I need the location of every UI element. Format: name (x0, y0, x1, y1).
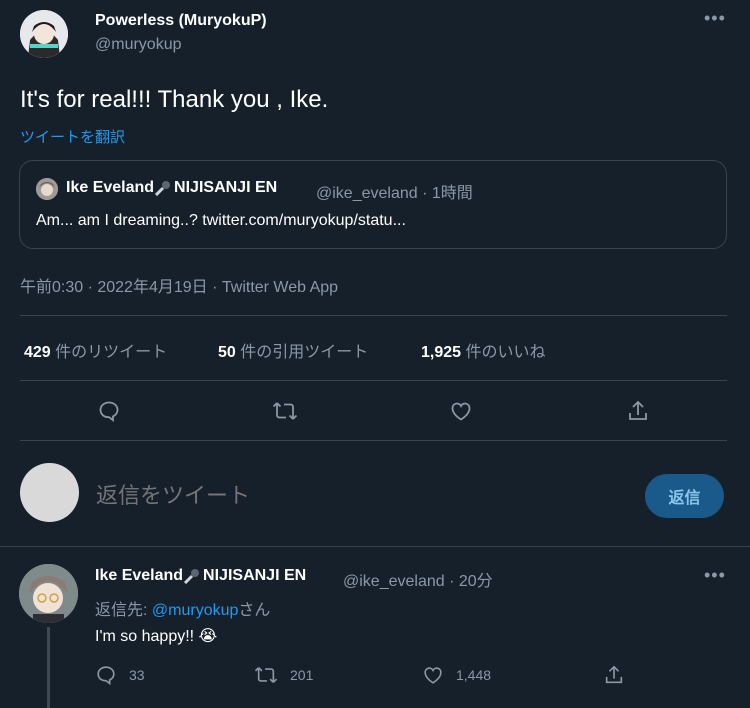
divider (20, 380, 727, 381)
divider (20, 440, 727, 441)
tweet-meta[interactable]: 午前0:30 · 2022年4月19日 · Twitter Web App (20, 273, 338, 297)
quote-author: Ike Eveland NIJISANJI EN (66, 179, 277, 197)
retweet-icon[interactable] (268, 394, 302, 428)
reply-to-suffix: さん (238, 602, 271, 619)
quotes-count: 50 (218, 344, 236, 361)
reply-like-action[interactable]: 1,448 (422, 664, 491, 686)
quote-author-name: Ike Eveland (66, 179, 155, 196)
share-icon[interactable] (621, 394, 655, 428)
share-icon (603, 664, 625, 686)
reply-author[interactable]: Ike Eveland NIJISANJI EN (95, 567, 306, 585)
reply-author-avatar[interactable] (19, 564, 78, 623)
reply-to-prefix: 返信先: (95, 602, 152, 619)
retweets-stat[interactable]: 429 件のリツイート (24, 338, 167, 362)
reply-count: 33 (129, 667, 145, 683)
likes-count: 1,925 (421, 344, 462, 361)
divider (0, 546, 750, 547)
quote-author-suffix: NIJISANJI EN (174, 179, 278, 196)
quote-tweet[interactable]: Ike Eveland NIJISANJI EN @ike_eveland · 1… (19, 160, 727, 249)
retweet-count: 201 (290, 667, 314, 683)
translate-link[interactable]: ツイートを翻訳 (20, 126, 125, 147)
likes-stat[interactable]: 1,925 件のいいね (421, 338, 546, 362)
retweets-count: 429 (24, 344, 51, 361)
microphone-icon (183, 568, 203, 584)
crying-face-emoji: 😭 (198, 628, 218, 645)
reply-icon[interactable] (92, 394, 126, 428)
quote-avatar (36, 178, 58, 200)
reply-to-handle[interactable]: @muryokup (152, 602, 239, 619)
reply-author-name: Ike Eveland (95, 567, 184, 584)
divider (20, 315, 727, 316)
reply-to-line: 返信先: @muryokupさん (95, 596, 270, 620)
reply-reply-action[interactable]: 33 (95, 664, 145, 686)
likes-label: 件のいいね (465, 344, 546, 361)
reply-text: I'm so happy!! (95, 628, 199, 645)
reply-text-line: I'm so happy!! 😭 (95, 626, 217, 646)
reply-retweet-action[interactable]: 201 (254, 664, 313, 686)
author-avatar[interactable] (20, 10, 68, 58)
reply-button[interactable]: 返信 (645, 474, 724, 518)
compose-avatar (20, 463, 79, 522)
retweet-icon (254, 664, 278, 686)
quote-handle-time: @ike_eveland · 1時間 (316, 185, 473, 202)
microphone-icon (154, 180, 174, 196)
like-count: 1,448 (456, 667, 492, 683)
quote-text: Am... am I dreaming..? twitter.com/muryo… (36, 212, 406, 229)
author-name[interactable]: Powerless (MuryokuP) (95, 12, 267, 30)
reply-share-action[interactable] (603, 664, 625, 686)
tweet-text: It's for real!!! Thank you , Ike. (20, 86, 329, 113)
more-icon[interactable]: ••• (704, 565, 726, 586)
reply-author-suffix: NIJISANJI EN (203, 567, 307, 584)
like-icon (422, 664, 444, 686)
author-handle[interactable]: @muryokup (95, 36, 182, 54)
reply-handle-time[interactable]: @ike_eveland · 20分 (343, 567, 493, 591)
thread-line (47, 627, 50, 708)
quotes-stat[interactable]: 50 件の引用ツイート (218, 338, 368, 362)
quotes-label: 件の引用ツイート (240, 344, 369, 361)
retweets-label: 件のリツイート (55, 344, 168, 361)
like-icon[interactable] (444, 394, 478, 428)
more-icon[interactable]: ••• (704, 8, 726, 29)
reply-icon (95, 664, 117, 686)
reply-compose-input[interactable] (96, 478, 616, 514)
